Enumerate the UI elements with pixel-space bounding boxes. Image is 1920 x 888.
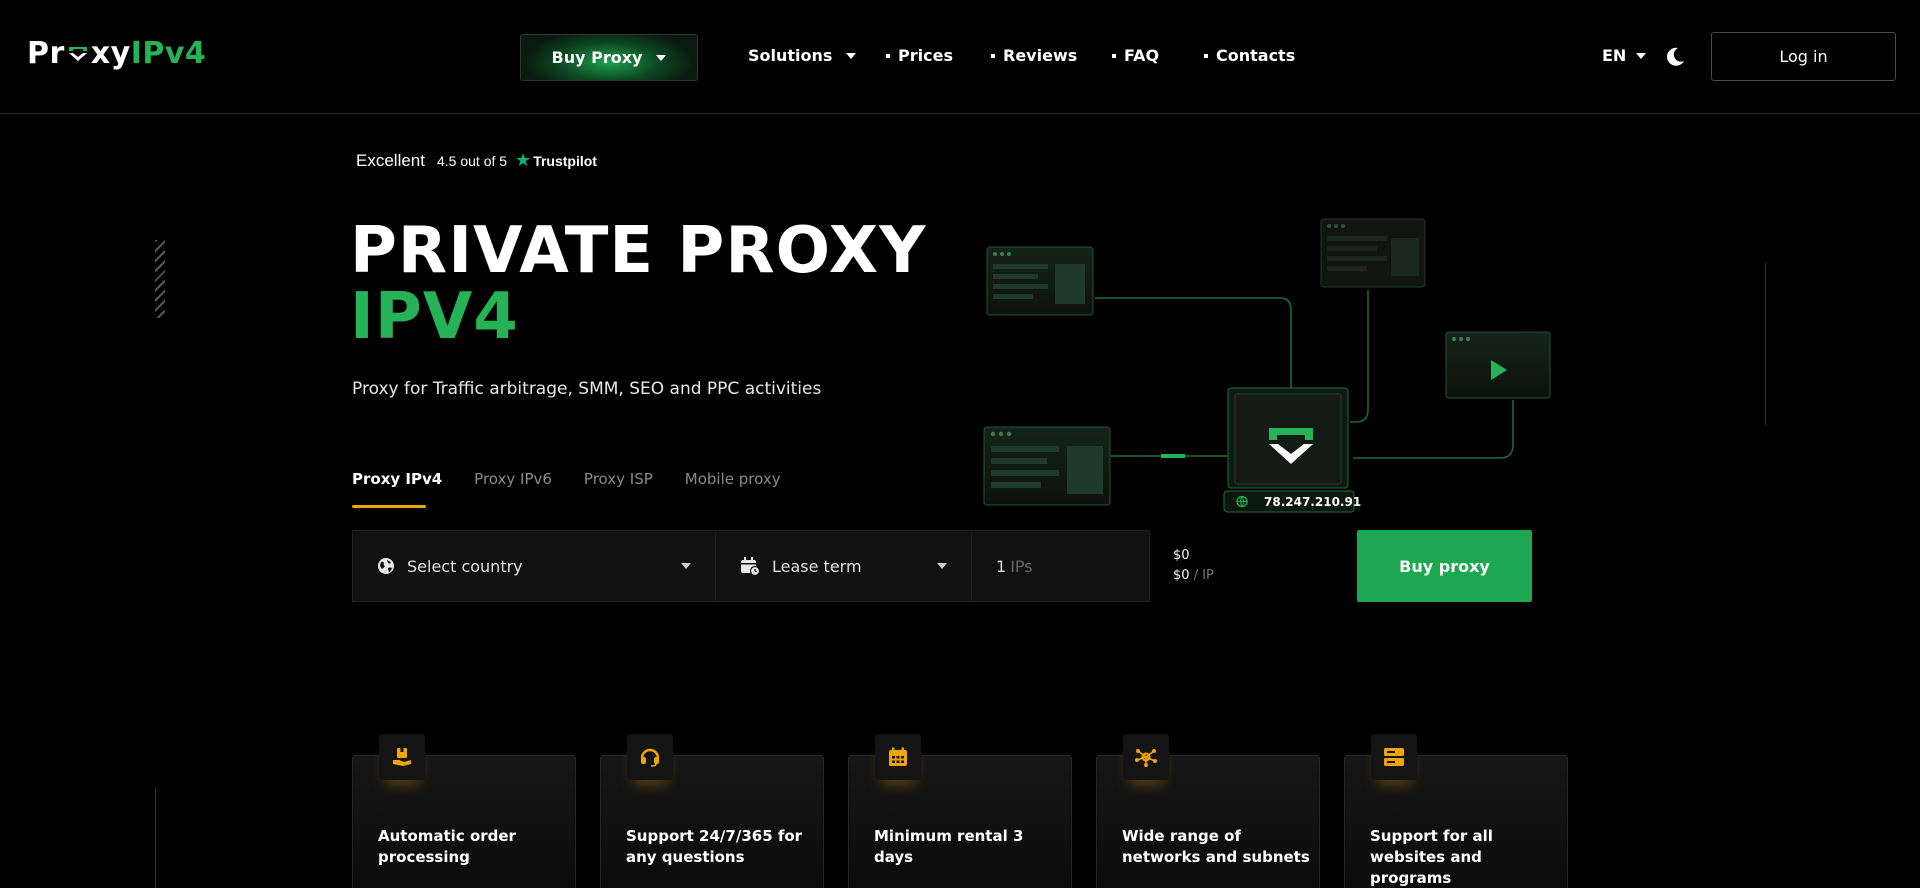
tab-proxy-ipv4[interactable]: Proxy IPv4: [352, 470, 442, 508]
logo-text-mid: xy: [90, 36, 131, 71]
nav-contacts-label: Contacts: [1216, 46, 1296, 65]
price-total: $0: [1173, 548, 1190, 563]
decor-line: [1765, 263, 1766, 425]
login-button[interactable]: Log in: [1711, 32, 1896, 81]
chevron-down-icon: [846, 52, 857, 59]
login-label: Log in: [1779, 47, 1828, 66]
box-hand-icon: [379, 734, 425, 780]
calendar-clock-icon: [741, 557, 760, 576]
country-select-label: Select country: [407, 556, 523, 576]
order-form: Select country Lease term 1 IPs: [352, 530, 1150, 602]
nav-faq-label: FAQ: [1124, 46, 1160, 65]
decor-hatch: [155, 240, 165, 318]
browser-window-graphic: [1320, 218, 1426, 288]
site-header: Pr xy IPv4 Buy Proxy Solutions Prices Re…: [0, 0, 1920, 114]
proxy-type-tabs: Proxy IPv4 Proxy IPv6 Proxy ISP Mobile p…: [352, 470, 781, 508]
headset-icon: [627, 734, 673, 780]
nav-contacts[interactable]: Contacts: [1204, 46, 1295, 65]
tab-mobile-proxy[interactable]: Mobile proxy: [685, 470, 781, 508]
feature-text: Automatic order processing: [378, 827, 516, 866]
chevron-down-icon: [656, 54, 667, 61]
bullet-icon: [1204, 53, 1208, 58]
feature-card: Support 24/7/365 for any questions: [600, 734, 824, 888]
buy-proxy-nav-button[interactable]: Buy Proxy: [520, 34, 698, 81]
title-line-2: IPV4: [350, 280, 519, 354]
title-line-1: PRIVATE PROXY: [350, 214, 927, 288]
bullet-icon: [886, 53, 890, 58]
star-icon: ★: [515, 150, 532, 170]
language-selector[interactable]: EN: [1602, 46, 1647, 65]
feature-text: Wide range of networks and subnets: [1122, 827, 1310, 866]
moon-icon[interactable]: [1664, 46, 1686, 68]
logo-text-right: IPv4: [130, 36, 207, 71]
price-summary: $0 $0 / IP: [1173, 546, 1214, 586]
logo-shield-icon: [68, 46, 87, 61]
browser-window-graphic: [986, 246, 1094, 316]
lease-term-label: Lease term: [772, 556, 862, 576]
buy-proxy-label: Buy proxy: [1399, 556, 1490, 576]
nav-solutions[interactable]: Solutions: [748, 46, 857, 65]
country-select[interactable]: Select country: [352, 530, 716, 602]
quantity-unit: IPs: [1010, 556, 1033, 576]
price-per-ip: $0: [1173, 568, 1190, 583]
chevron-down-icon: [681, 563, 691, 569]
price-per-ip-unit: / IP: [1193, 568, 1214, 583]
nav-faq[interactable]: FAQ: [1112, 46, 1159, 65]
network-illustration: 78.247.210.91: [983, 218, 1551, 513]
trustpilot-rating: 4.5 out of 5: [436, 152, 508, 169]
language-label: EN: [1602, 46, 1627, 65]
chevron-down-icon: [1636, 52, 1647, 59]
logo-text-left: Pr: [27, 36, 65, 71]
feature-card: Automatic order processing: [352, 734, 576, 888]
chevron-down-icon: [937, 563, 947, 569]
globe-icon: [378, 558, 394, 574]
tab-proxy-ipv6[interactable]: Proxy IPv6: [474, 470, 552, 508]
trustpilot-label: Excellent: [356, 150, 425, 170]
bullet-icon: [991, 53, 995, 58]
quantity-value: 1: [996, 556, 1007, 576]
buy-proxy-button[interactable]: Buy proxy: [1357, 530, 1532, 602]
lease-term-select[interactable]: Lease term: [716, 530, 972, 602]
hero-subtitle: Proxy for Traffic arbitrage, SMM, SEO an…: [352, 379, 822, 399]
bullet-icon: [1112, 53, 1116, 58]
feature-card: Minimum rental 3 days: [848, 734, 1072, 888]
feature-text: Support for all websites and programs: [1370, 827, 1493, 887]
quantity-input[interactable]: 1 IPs: [972, 530, 1150, 602]
tab-proxy-isp[interactable]: Proxy ISP: [584, 470, 653, 508]
nav-reviews[interactable]: Reviews: [991, 46, 1077, 65]
feature-card: Support for all websites and programs: [1344, 734, 1568, 888]
network-nodes-icon: [1123, 734, 1169, 780]
trustpilot-brand: Trustpilot: [533, 152, 597, 169]
browser-window-graphic: [983, 426, 1111, 506]
nav-solutions-label: Solutions: [748, 46, 833, 65]
ip-address-label: 78.247.210.91: [1264, 495, 1361, 509]
feature-text: Minimum rental 3 days: [874, 827, 1024, 866]
video-window-graphic: [1445, 331, 1551, 399]
nav-prices-label: Prices: [898, 46, 953, 65]
calendar-icon: [875, 734, 921, 780]
nav-prices[interactable]: Prices: [886, 46, 953, 65]
page-title: PRIVATE PROXY IPV4: [350, 218, 926, 350]
server-stack-icon: [1371, 734, 1417, 780]
decor-line: [155, 788, 156, 888]
features-list: Automatic order processing Support 24/7/…: [352, 734, 1568, 888]
logo[interactable]: Pr xy IPv4: [27, 36, 206, 71]
feature-text: Support 24/7/365 for any questions: [626, 827, 803, 866]
buy-proxy-nav-label: Buy Proxy: [551, 48, 643, 67]
trustpilot-widget[interactable]: Excellent 4.5 out of 5 ★ Trustpilot: [356, 150, 597, 171]
feature-card: Wide range of networks and subnets: [1096, 734, 1320, 888]
nav-reviews-label: Reviews: [1003, 46, 1078, 65]
proxy-server-graphic: 78.247.210.91: [1223, 387, 1361, 513]
